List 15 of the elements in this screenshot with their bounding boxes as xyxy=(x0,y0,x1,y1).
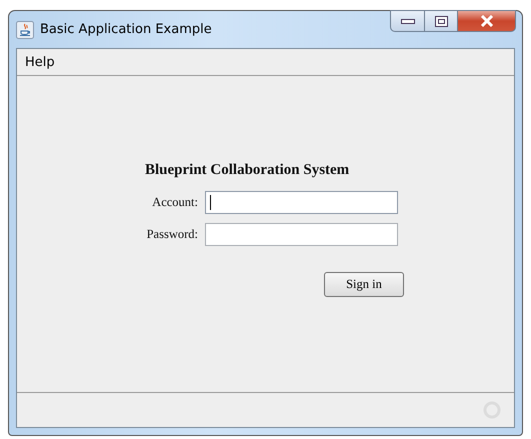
close-icon xyxy=(480,15,494,27)
minimize-button[interactable] xyxy=(390,10,425,32)
maximize-icon xyxy=(434,16,448,26)
field-label: Password: xyxy=(146,227,198,242)
input-field[interactable] xyxy=(205,223,398,246)
maximize-button[interactable] xyxy=(425,10,458,32)
close-button[interactable] xyxy=(458,10,516,32)
window-title: Basic Application Example xyxy=(40,22,212,37)
sign-in-button[interactable]: Sign in xyxy=(324,272,404,297)
form-title: Blueprint Collaboration System xyxy=(145,162,350,179)
input-field[interactable] xyxy=(205,191,398,214)
menu-item[interactable]: Help xyxy=(25,54,55,70)
coffee-cup-icon xyxy=(16,20,34,38)
minimize-icon xyxy=(400,18,414,24)
field-label: Account: xyxy=(151,195,198,210)
